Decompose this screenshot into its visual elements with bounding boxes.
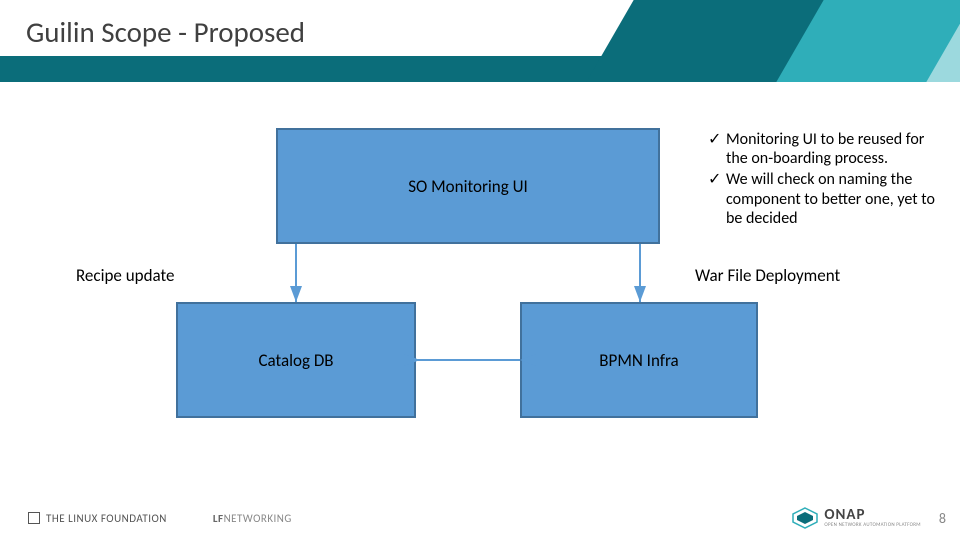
footer-onap-logo: ONAP OPEN NETWORK AUTOMATION PLATFORM: [792, 507, 921, 529]
bullet-text: Monitoring UI to be reused for the on-bo…: [726, 130, 943, 168]
node-label: SO Monitoring UI: [408, 176, 528, 197]
onap-mark-icon: [792, 507, 818, 529]
footer-lfnet-rest: NETWORKING: [224, 512, 292, 525]
footer-lfnet-prefix: LF: [213, 512, 224, 525]
footer-linux-foundation-logo: THE LINUX FOUNDATION: [28, 512, 167, 525]
footer-onap-text: ONAP: [824, 508, 921, 523]
footer-lf-text: THE LINUX FOUNDATION: [46, 512, 167, 525]
footer-onap-subtext: OPEN NETWORK AUTOMATION PLATFORM: [824, 523, 921, 528]
check-icon: ✓: [708, 130, 726, 149]
node-label: Catalog DB: [258, 350, 333, 371]
node-bpmn-infra: BPMN Infra: [520, 302, 758, 418]
bullet-text: We will check on naming the component to…: [726, 170, 943, 228]
footer-lfnetworking-logo: LFNETWORKING: [207, 512, 292, 525]
page-title: Guilin Scope - Proposed: [26, 14, 305, 50]
edge-label-war-file-deployment: War File Deployment: [695, 265, 840, 286]
node-label: BPMN Infra: [599, 350, 678, 371]
square-icon: [28, 512, 40, 524]
list-item: ✓ Monitoring UI to be reused for the on-…: [708, 130, 943, 168]
node-so-monitoring-ui: SO Monitoring UI: [276, 128, 660, 244]
page-number: 8: [939, 510, 946, 527]
bullet-list: ✓ Monitoring UI to be reused for the on-…: [708, 130, 943, 230]
list-item: ✓ We will check on naming the component …: [708, 170, 943, 228]
check-icon: ✓: [708, 170, 726, 189]
edge-label-recipe-update: Recipe update: [76, 265, 174, 286]
footer: THE LINUX FOUNDATION LFNETWORKING ONAP O…: [0, 496, 960, 540]
title-band: Guilin Scope - Proposed: [0, 0, 960, 82]
node-catalog-db: Catalog DB: [176, 302, 416, 418]
